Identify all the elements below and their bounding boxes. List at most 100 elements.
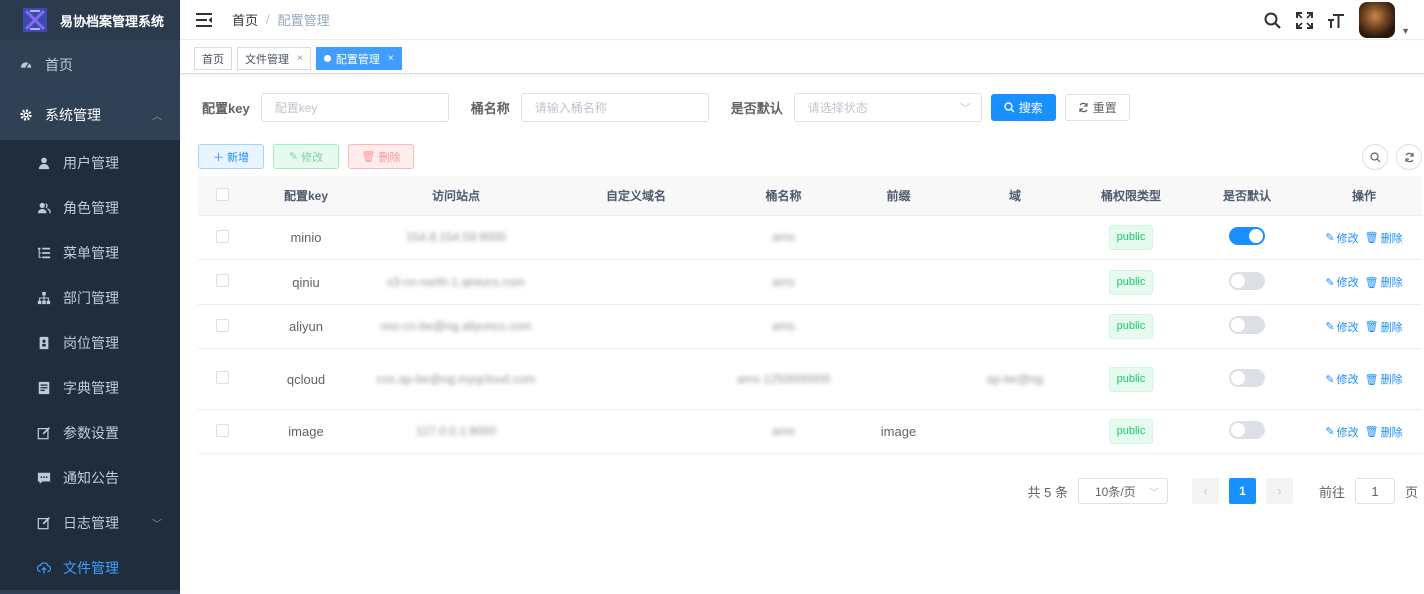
checkbox[interactable]: [215, 229, 229, 243]
default-toggle[interactable]: [1229, 271, 1265, 290]
trash-icon: 🗑︎: [361, 151, 376, 163]
avatar[interactable]: [1359, 2, 1396, 38]
key-input[interactable]: 配置key: [260, 93, 449, 122]
row-delete-button[interactable]: 🗑︎ 删除: [1365, 319, 1403, 335]
goto-page-input[interactable]: 1: [1354, 478, 1395, 504]
tag-home[interactable]: 首页: [194, 47, 232, 70]
add-button-label: 新增: [227, 151, 249, 164]
tag-label: 文件管理: [245, 53, 289, 66]
tag-config-manage[interactable]: 配置管理 ×: [315, 47, 402, 70]
edit-icon: ✎: [1325, 321, 1335, 334]
breadcrumb-home[interactable]: 首页: [232, 10, 258, 29]
cell-endpoint: cos.ap-be@ng.myqcloud.com: [376, 371, 536, 386]
close-icon[interactable]: ×: [388, 53, 394, 64]
row-delete-label: 删除: [1380, 426, 1403, 439]
sidebar-item-notice[interactable]: 通知公告: [0, 455, 180, 500]
checkbox[interactable]: [215, 371, 229, 384]
table-row[interactable]: aliyun oss-cn-be@ng.aliyuncs.com ams public…: [198, 305, 1422, 349]
sidebar-item-home[interactable]: 首页: [0, 40, 180, 90]
add-button[interactable]: ＋ 新增: [198, 144, 264, 169]
chevron-down-icon: ﹀: [959, 102, 971, 115]
delete-button[interactable]: 🗑︎ 删除: [348, 144, 414, 169]
default-toggle[interactable]: [1229, 227, 1265, 245]
cell-config-key: qcloud: [286, 371, 326, 387]
row-edit-button[interactable]: ✎ 修改: [1325, 230, 1358, 246]
search-button[interactable]: 搜索: [990, 94, 1056, 121]
bucket-input[interactable]: 请输入桶名称: [520, 93, 709, 122]
sidebar-item-user[interactable]: 用户管理: [0, 140, 180, 185]
sidebar-item-role[interactable]: 角色管理: [0, 185, 180, 230]
next-page-button[interactable]: ›: [1265, 478, 1293, 504]
checkbox[interactable]: [215, 274, 229, 287]
default-toggle[interactable]: [1229, 368, 1265, 387]
table-header: 配置key 访问站点 自定义域名 桶名称 前缀 域 桶权限类型 是否默认 操作: [198, 176, 1422, 216]
row-edit-label: 修改: [1336, 321, 1359, 334]
sidebar-item-post[interactable]: 岗位管理: [0, 320, 180, 365]
page-number-current[interactable]: 1: [1228, 478, 1256, 504]
row-select[interactable]: [198, 274, 246, 290]
row-delete-button[interactable]: 🗑︎ 删除: [1365, 424, 1403, 440]
row-delete-button[interactable]: 🗑︎ 删除: [1365, 274, 1403, 290]
row-delete-button[interactable]: 🗑︎ 删除: [1365, 230, 1403, 246]
default-toggle[interactable]: [1229, 421, 1265, 439]
page-size-select[interactable]: 10条/页 ﹀: [1077, 478, 1168, 504]
default-select[interactable]: 请选择状态 ﹀: [793, 93, 982, 122]
search-button-label: 搜索: [1018, 101, 1043, 115]
sidebar-item-config[interactable]: 参数设置: [0, 410, 180, 455]
edit-button[interactable]: ✎ 修改: [273, 144, 339, 169]
sidebar-item-dict[interactable]: 字典管理: [0, 365, 180, 410]
edit-icon: ✎: [1325, 426, 1335, 439]
cell-actions: ✎ 修改 🗑︎ 删除: [1306, 371, 1422, 388]
cell-default: [1188, 316, 1306, 337]
header-select-all[interactable]: [198, 187, 246, 204]
search-icon[interactable]: [1263, 11, 1281, 29]
toggle-search-button[interactable]: [1362, 144, 1388, 170]
header-actions: ▼: [1263, 0, 1410, 40]
checkbox[interactable]: [215, 187, 229, 201]
sidebar-item-system[interactable]: 系统管理 ︿: [0, 90, 180, 140]
row-select[interactable]: [198, 318, 246, 335]
font-size-icon[interactable]: [1327, 11, 1345, 29]
caret-down-icon[interactable]: ▼: [1401, 26, 1410, 36]
row-delete-button[interactable]: 🗑︎ 删除: [1365, 371, 1403, 387]
sidebar-item-file[interactable]: 文件管理: [0, 545, 180, 590]
row-edit-button[interactable]: ✎ 修改: [1325, 274, 1358, 290]
sidebar-item-label: 参数设置: [63, 424, 119, 441]
chevron-down-icon: ﹀: [1148, 487, 1159, 499]
refresh-icon: [1079, 102, 1088, 113]
fullscreen-icon[interactable]: [1295, 11, 1313, 29]
navbar: 首页 / 配置管理 ▼: [180, 0, 1424, 40]
key-input-placeholder: 配置key: [274, 101, 318, 115]
sidebar-item-dept[interactable]: 部门管理: [0, 275, 180, 320]
row-edit-button[interactable]: ✎ 修改: [1325, 319, 1358, 335]
close-icon[interactable]: ×: [297, 53, 303, 64]
table-row[interactable]: image 127.0.0.1:9000 ams image public ✎ 修改 🗑︎ 删除: [198, 410, 1422, 454]
sidebar-item-label: 岗位管理: [63, 334, 119, 351]
sidebar-item-log[interactable]: 日志管理 ﹀: [0, 500, 180, 545]
user-icon: [36, 155, 52, 171]
toggle-knob: [1231, 318, 1245, 332]
tag-file-manage[interactable]: 文件管理 ×: [237, 47, 311, 70]
table-row[interactable]: minio 154.8.154.59:9000 ams public ✎ 修改 🗑︎ 删除: [198, 216, 1422, 260]
default-toggle[interactable]: [1229, 316, 1265, 334]
row-select[interactable]: [198, 371, 246, 387]
prev-page-button[interactable]: ‹: [1191, 478, 1219, 504]
row-edit-button[interactable]: ✎ 修改: [1325, 424, 1358, 440]
row-select[interactable]: [198, 423, 246, 440]
row-edit-button[interactable]: ✎ 修改: [1325, 371, 1358, 387]
table-row[interactable]: qcloud cos.ap-be@ng.myqcloud.com ams-12500…: [198, 349, 1422, 410]
log-icon: [36, 515, 52, 531]
checkbox[interactable]: [215, 318, 229, 332]
row-delete-label: 删除: [1380, 277, 1403, 290]
hamburger-icon[interactable]: [196, 12, 212, 27]
refresh-button[interactable]: [1396, 144, 1422, 170]
tag-label: 首页: [202, 53, 224, 66]
table-row[interactable]: qiniu s3-cn-north-1.qiniucs.com ams public ✎…: [198, 260, 1422, 305]
checkbox[interactable]: [215, 423, 229, 437]
reset-button[interactable]: 重置: [1064, 94, 1130, 121]
sidebar-item-menu[interactable]: 菜单管理: [0, 230, 180, 275]
logo-area[interactable]: 易协档案管理系统: [0, 0, 180, 40]
row-delete-label: 删除: [1380, 232, 1403, 245]
refresh-icon: [1404, 152, 1414, 162]
row-select[interactable]: [198, 229, 246, 246]
